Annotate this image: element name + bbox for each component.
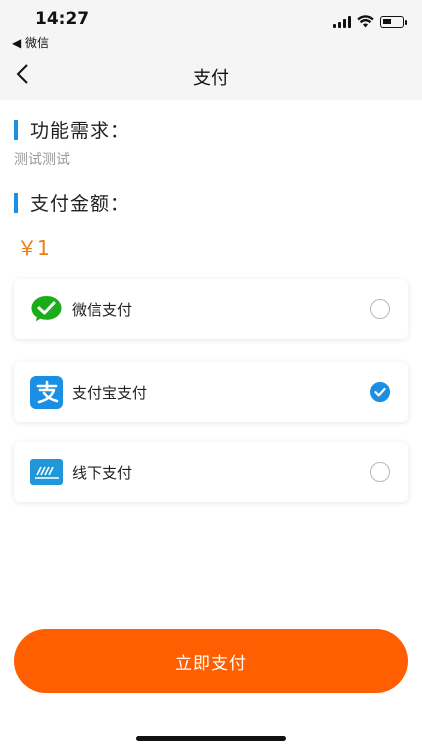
amount-value: ￥1	[17, 236, 50, 260]
payment-option-alipay[interactable]: 支付宝支付	[14, 362, 408, 422]
page-title: 支付	[193, 68, 229, 89]
payment-screen: 14:27 ◀ 微信 支付 功能需求： 测试测试 支付金额： ￥1 微信支付 支…	[0, 0, 422, 750]
payment-option-label: 线下支付	[72, 463, 133, 482]
payment-radio-unchecked[interactable]	[370, 462, 390, 482]
amount-heading-text: 支付金额：	[30, 193, 131, 215]
wechat-pay-icon	[30, 293, 63, 326]
requirement-text: 测试测试	[14, 152, 70, 168]
status-icons	[333, 15, 407, 28]
pay-now-button[interactable]: 立即支付	[14, 629, 408, 693]
section-marker	[14, 119, 18, 140]
top-area: 14:27 ◀ 微信 支付	[0, 0, 422, 100]
payment-radio-unchecked[interactable]	[370, 299, 390, 319]
alipay-icon	[30, 375, 63, 409]
payment-radio-checked[interactable]	[370, 382, 390, 402]
payment-option-label: 微信支付	[72, 300, 133, 319]
status-time: 14:27	[35, 9, 90, 29]
signal-icon	[333, 15, 351, 28]
section-marker	[14, 192, 18, 213]
payment-option-label: 支付宝支付	[72, 383, 148, 402]
payment-option-wechat[interactable]: 微信支付	[14, 279, 408, 339]
requirement-heading: 功能需求：	[14, 116, 130, 143]
back-to-app-link[interactable]: ◀ 微信	[12, 34, 49, 51]
requirement-heading-text: 功能需求：	[30, 120, 131, 142]
payment-option-offline[interactable]: 线下支付	[14, 442, 408, 502]
offline-pay-icon	[30, 459, 63, 485]
wifi-icon	[357, 15, 374, 28]
amount-heading: 支付金额：	[14, 189, 130, 216]
home-indicator	[136, 736, 286, 741]
battery-icon	[380, 15, 407, 28]
